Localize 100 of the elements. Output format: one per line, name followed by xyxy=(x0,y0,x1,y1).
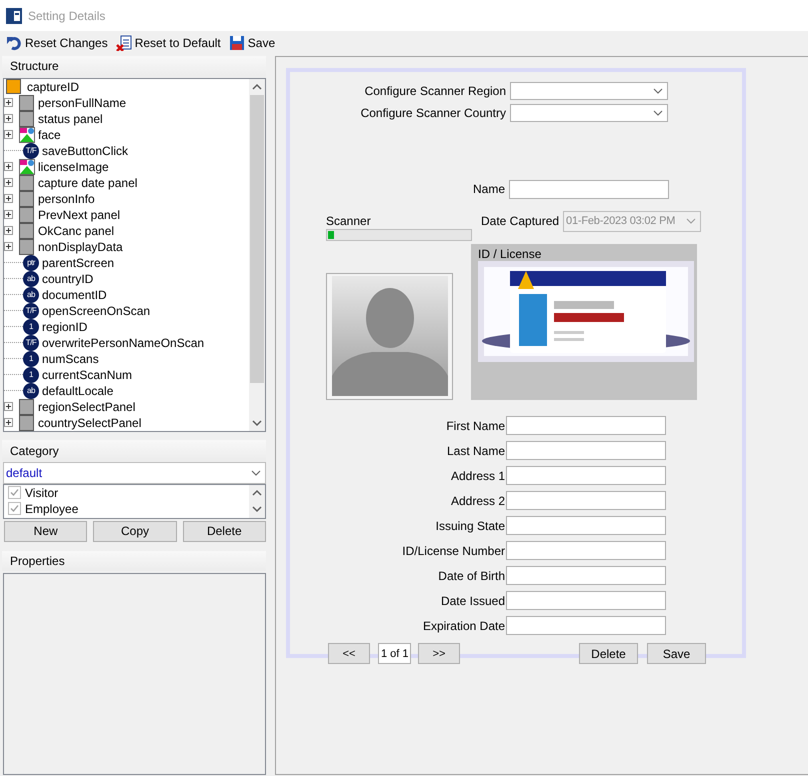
expand-icon[interactable] xyxy=(4,194,13,204)
tree-item[interactable]: licenseImage xyxy=(4,158,249,175)
action-button[interactable]: Delete xyxy=(579,643,638,664)
tree-item[interactable]: personInfo xyxy=(4,190,249,207)
tree-item[interactable]: capture date panel xyxy=(4,174,249,191)
tree-item[interactable]: 1 numScans xyxy=(4,350,249,367)
field-label: Configure Scanner Country xyxy=(360,106,506,120)
type-badge: ab xyxy=(23,286,39,303)
name-field[interactable] xyxy=(509,180,669,198)
field-label: Name xyxy=(472,182,505,196)
field-label: Date of Birth xyxy=(437,568,505,582)
chevron-down-icon xyxy=(251,470,261,476)
checkbox-label[interactable]: Employee xyxy=(25,502,78,516)
panel-title: ID / License xyxy=(478,247,542,261)
text-field[interactable] xyxy=(506,466,666,485)
tree-item[interactable]: T/F overwritePersonNameOnScan xyxy=(4,334,249,351)
tree-item[interactable]: ab documentID xyxy=(4,286,249,303)
text-field[interactable] xyxy=(506,516,666,535)
field-label: Expiration Date xyxy=(422,618,505,632)
square-icon xyxy=(19,174,34,191)
checkbox[interactable] xyxy=(8,502,21,516)
square-icon xyxy=(6,79,21,94)
toolbar-button[interactable]: Reset to Default xyxy=(114,35,223,51)
undo-icon xyxy=(6,35,22,51)
tree-item[interactable]: face xyxy=(4,126,249,143)
tree-item[interactable]: T/F saveButtonClick xyxy=(4,142,249,159)
tree-item[interactable]: captureID xyxy=(4,78,249,95)
next-button[interactable]: >> xyxy=(418,643,460,664)
tree-item[interactable]: OkCanc panel xyxy=(4,222,249,239)
toolbar-button[interactable]: Save xyxy=(226,35,278,51)
tree-item[interactable]: status panel xyxy=(4,110,249,127)
window-title: Setting Details xyxy=(28,8,106,22)
save-icon xyxy=(228,35,245,51)
expand-icon[interactable] xyxy=(4,242,13,252)
tree-item[interactable]: countrySelectPanel xyxy=(4,414,249,431)
text-field[interactable] xyxy=(506,441,666,460)
expand-icon[interactable] xyxy=(4,418,13,428)
type-badge: ab xyxy=(23,382,39,399)
previous-button[interactable]: << xyxy=(328,643,370,664)
field-label: Date Captured xyxy=(481,214,560,228)
square-icon xyxy=(19,110,34,127)
tree-item[interactable]: regionSelectPanel xyxy=(4,398,249,415)
tree-item[interactable]: nonDisplayData xyxy=(4,238,249,255)
field-label: Address 2 xyxy=(450,494,505,508)
tree-item[interactable]: PrevNext panel xyxy=(4,206,249,223)
image-icon xyxy=(19,126,35,143)
app-logo-icon xyxy=(6,8,22,24)
tree-item[interactable]: ab defaultLocale xyxy=(4,382,249,399)
text-field[interactable] xyxy=(506,491,666,510)
tree-item[interactable]: ab countryID xyxy=(4,270,249,287)
chevron-down-icon xyxy=(653,110,663,116)
expand-icon[interactable] xyxy=(4,130,13,140)
scroll-thumb[interactable] xyxy=(250,94,264,383)
square-icon xyxy=(19,190,34,207)
category-dropdown[interactable]: default xyxy=(3,462,266,484)
square-icon xyxy=(19,414,34,431)
category-button[interactable]: Delete xyxy=(182,520,266,542)
text-field[interactable] xyxy=(506,541,666,560)
field-label: Issuing State xyxy=(434,518,505,532)
text-field[interactable] xyxy=(506,566,666,585)
tree-item[interactable]: personFullName xyxy=(4,94,249,111)
category-button[interactable]: New xyxy=(4,520,88,542)
expand-icon[interactable] xyxy=(4,114,13,124)
expand-icon[interactable] xyxy=(4,402,13,412)
square-icon xyxy=(19,238,34,255)
scrollbar[interactable] xyxy=(249,484,265,518)
panel-header: Category xyxy=(2,440,266,461)
tree-item[interactable]: ptr parentScreen xyxy=(4,254,249,271)
type-badge: ab xyxy=(23,270,39,287)
category-button[interactable]: Copy xyxy=(93,520,177,542)
action-button[interactable]: Save xyxy=(647,643,706,664)
expand-icon[interactable] xyxy=(4,226,13,236)
text-field[interactable] xyxy=(506,416,666,435)
tree-item[interactable]: 1 currentScanNum xyxy=(4,366,249,383)
page-field: 1 of 1 xyxy=(378,643,411,664)
checkbox-label[interactable]: Visitor xyxy=(25,486,58,500)
tree-item[interactable]: T/F openScreenOnScan xyxy=(4,302,249,319)
scrollbar[interactable] xyxy=(249,78,265,431)
document-cross-icon xyxy=(116,35,132,51)
text-field[interactable] xyxy=(506,591,666,610)
type-badge: T/F xyxy=(23,142,39,159)
scanner-label: Scanner xyxy=(326,214,372,228)
field-label: First Name xyxy=(445,418,505,432)
toolbar-button[interactable]: Reset Changes xyxy=(4,35,110,51)
type-badge: ptr xyxy=(23,254,39,271)
checkbox[interactable] xyxy=(8,486,21,500)
field-label: Address 1 xyxy=(450,468,505,482)
tree-item[interactable]: 1 regionID xyxy=(4,318,249,335)
type-badge: T/F xyxy=(23,334,39,351)
expand-icon[interactable] xyxy=(4,178,13,188)
square-icon xyxy=(19,398,34,415)
panel-header: Structure xyxy=(2,56,266,77)
expand-icon[interactable] xyxy=(4,210,13,220)
text-field[interactable] xyxy=(506,616,666,635)
type-badge: 1 xyxy=(23,318,39,335)
field-label: ID/License Number xyxy=(401,544,505,558)
square-icon xyxy=(19,94,34,111)
type-badge: 1 xyxy=(23,366,39,383)
expand-icon[interactable] xyxy=(4,162,13,172)
expand-icon[interactable] xyxy=(4,98,13,108)
